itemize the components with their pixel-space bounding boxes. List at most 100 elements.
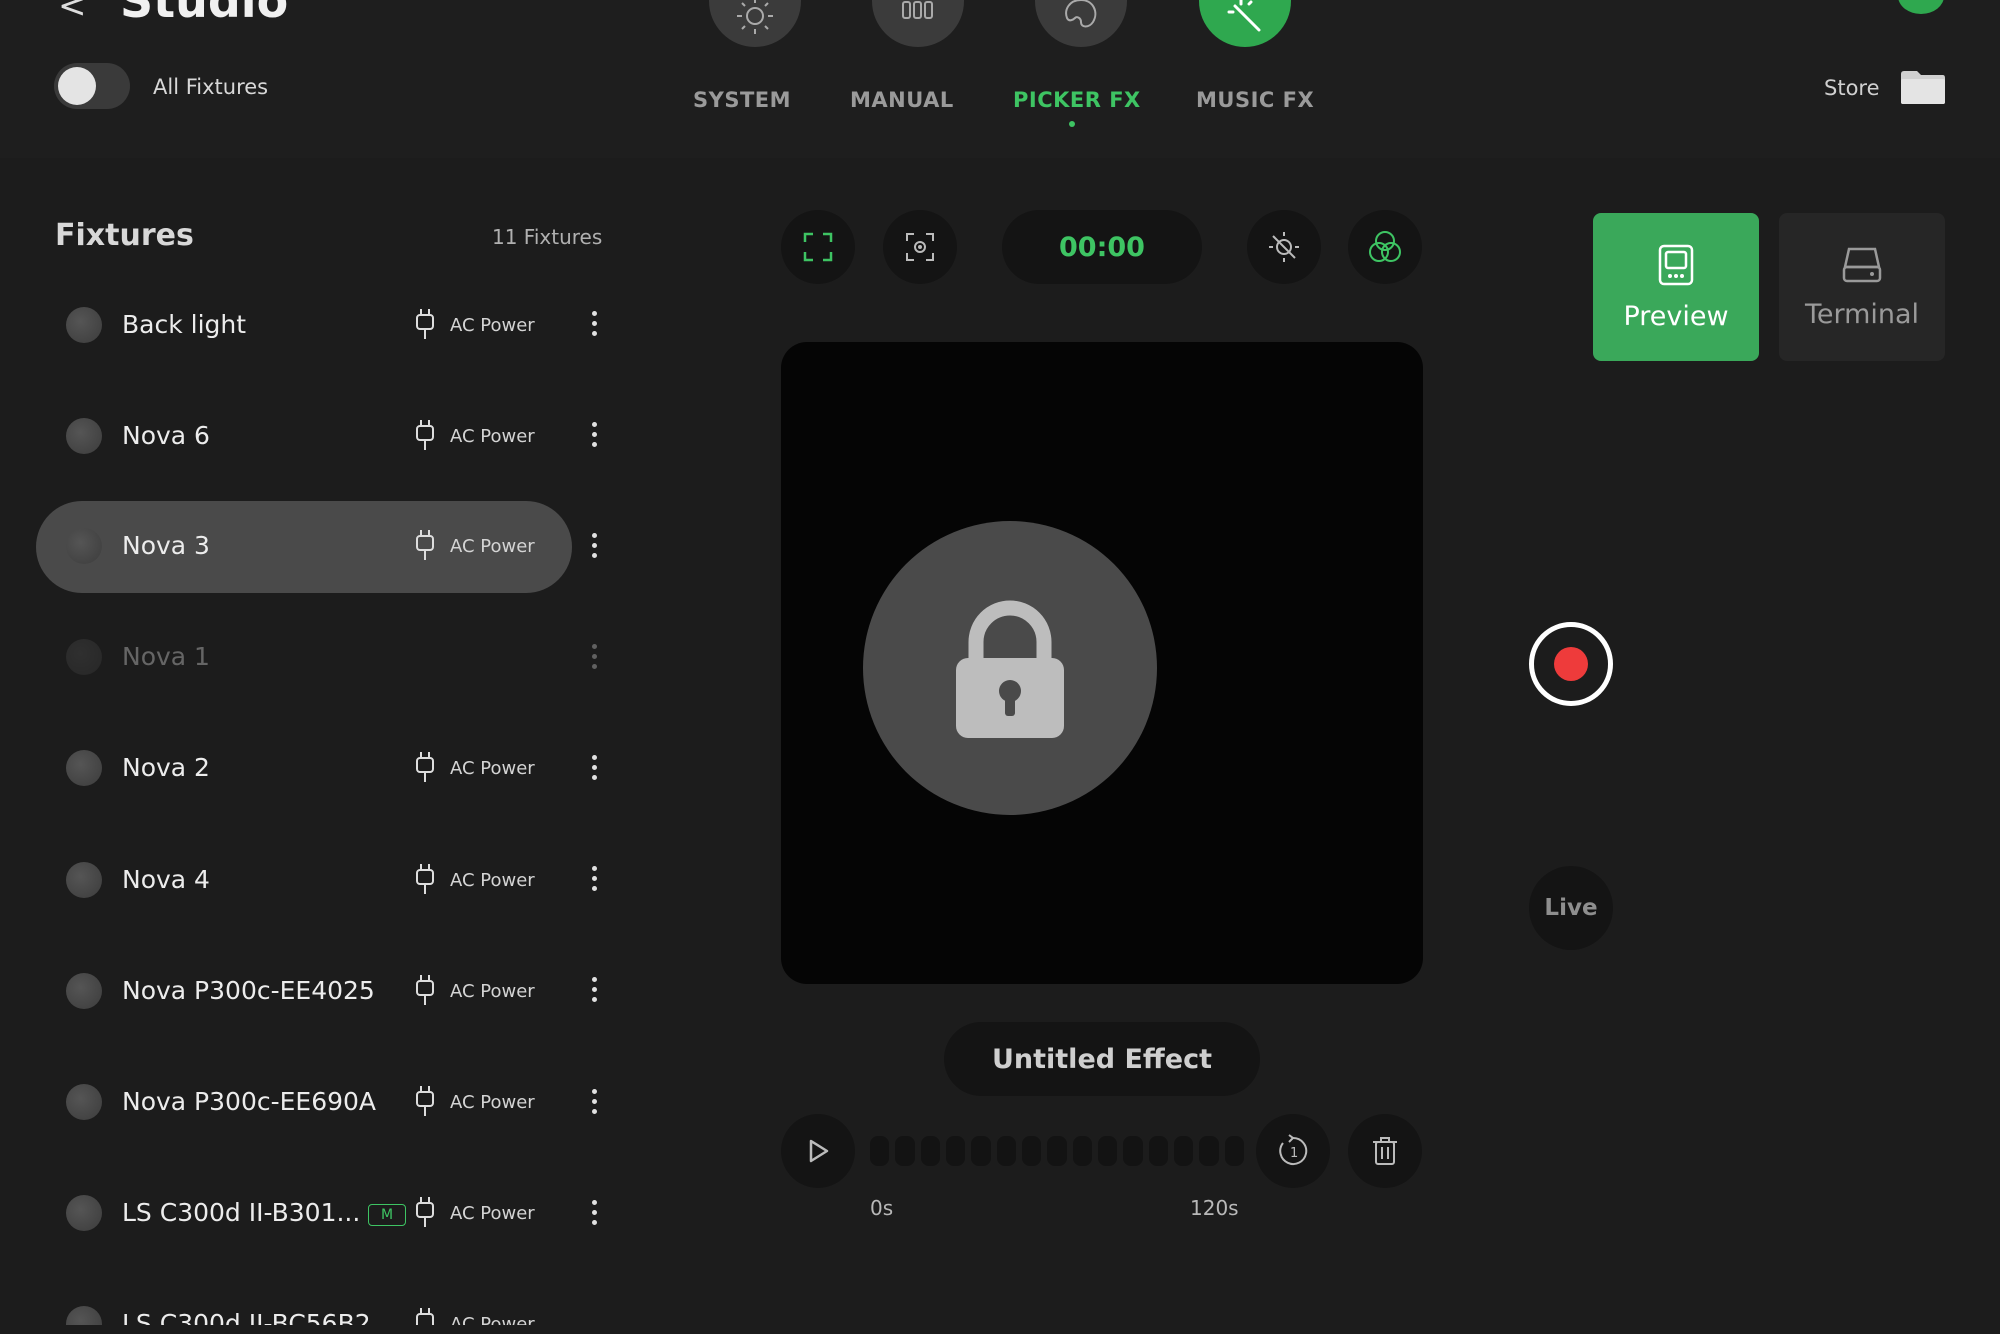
more-options-icon[interactable] [590,533,598,558]
more-options-icon [590,644,598,669]
fixture-row[interactable]: Nova 4 AC Power [36,835,572,927]
plug-icon [414,418,436,456]
plug-icon [414,1306,436,1325]
fixture-status-dot [66,1084,102,1120]
record-icon [1554,647,1588,681]
fullscreen-icon[interactable] [781,210,855,284]
timeline-segment[interactable] [1173,1136,1194,1166]
timeline-segment[interactable] [895,1136,915,1166]
timeline-track[interactable] [870,1136,1244,1166]
timeline-segment[interactable] [1199,1136,1219,1166]
toggle-knob [58,67,96,105]
fixture-name: Nova 6 [122,421,210,450]
fixtures-heading: Fixtures [55,218,194,253]
power-label: AC Power [450,536,535,557]
more-options-icon[interactable] [590,311,598,336]
store-label[interactable]: Store [1824,76,1880,100]
timeline-segment[interactable] [971,1136,991,1166]
more-options-icon[interactable] [590,866,598,891]
tab-music-fx[interactable]: MUSIC FX [1196,88,1314,112]
more-options-icon[interactable] [590,977,598,1002]
preview-device-icon [1658,244,1694,285]
fixture-name: Nova 2 [122,753,210,782]
terminal-button[interactable]: Terminal [1779,213,1945,361]
timeline-segment[interactable] [1123,1136,1143,1166]
trash-icon[interactable] [1348,1114,1422,1188]
power-label: AC Power [450,315,535,336]
fixture-row[interactable]: Nova P300c-EE4025 AC Power [36,946,572,1038]
fixture-row[interactable]: Nova 2 AC Power [36,723,572,815]
fixture-row[interactable]: Back light AC Power [36,280,572,372]
loop-once-icon[interactable]: 1 [1256,1114,1330,1188]
power-label: AC Power [450,1092,535,1113]
more-options-icon[interactable] [590,422,598,447]
folder-icon[interactable] [1899,68,1947,110]
timeline-segment[interactable] [1047,1136,1067,1166]
timer-display: 00:00 [1002,210,1202,284]
power-label: AC Power [450,1203,535,1224]
fixture-name: Nova P300c-EE690A [122,1087,377,1116]
color-mix-icon[interactable] [1348,210,1422,284]
back-button[interactable]: < [58,0,87,26]
plug-icon [414,1084,436,1122]
fixture-name: LS C300d II-BC56B2 [122,1309,371,1325]
timeline-start-label: 0s [870,1196,894,1220]
more-options-icon[interactable] [590,1089,598,1114]
more-options-icon[interactable] [590,1200,598,1225]
plug-icon [414,307,436,345]
fixture-status-dot [66,528,102,564]
record-button[interactable] [1529,622,1613,706]
fixture-status-dot [66,639,102,675]
fixture-name: Nova 1 [122,642,210,671]
active-tab-indicator [1069,121,1075,127]
timeline-segment[interactable] [920,1136,940,1166]
timeline-segment[interactable] [1097,1136,1118,1166]
fixture-name: Nova P300c-EE4025 [122,976,375,1005]
power-label: AC Power [450,870,535,891]
play-icon[interactable] [781,1114,855,1188]
power-label: AC Power [450,1314,535,1325]
fixture-row[interactable]: LS C300d II-BC56B2 AC Power [36,1279,572,1325]
terminal-device-icon [1842,247,1882,282]
fixture-status-dot [66,307,102,343]
fixture-status-dot [66,1195,102,1231]
brightness-off-icon[interactable] [1247,210,1321,284]
fixture-status-dot [66,973,102,1009]
power-label: AC Power [450,426,535,447]
top-bar [0,0,2000,158]
focus-capture-icon[interactable] [883,210,957,284]
timeline-segment[interactable] [1224,1136,1244,1166]
live-button[interactable]: Live [1529,866,1613,950]
fixture-row[interactable]: Nova P300c-EE690A AC Power [36,1057,572,1149]
fixture-status-dot [66,418,102,454]
more-options-icon[interactable] [590,755,598,780]
tab-system[interactable]: SYSTEM [693,88,791,112]
plug-icon [414,528,436,566]
fixture-row[interactable]: LS C300d II-B301... M AC Power [36,1168,572,1260]
fixture-row[interactable]: Nova 6 AC Power [36,391,572,483]
fixture-row-disabled: Nova 1 [36,612,572,704]
fixture-name: LS C300d II-B301... [122,1198,361,1227]
timeline-segment[interactable] [945,1136,966,1166]
timeline-segment[interactable] [870,1136,890,1166]
fixture-name: Back light [122,310,247,339]
preview-button[interactable]: Preview [1593,213,1759,361]
plug-icon [414,1195,436,1233]
all-fixtures-toggle[interactable] [54,63,130,109]
timeline-segment[interactable] [996,1136,1016,1166]
fixture-name: Nova 3 [122,531,210,560]
terminal-label: Terminal [1804,298,1920,330]
timeline-segment[interactable] [1148,1136,1168,1166]
timeline-segment[interactable] [1021,1136,1042,1166]
fixtures-count: 11 Fixtures [492,225,603,249]
plug-icon [414,862,436,900]
lock-icon [956,600,1064,738]
tab-manual[interactable]: MANUAL [850,88,954,112]
mode-badge: M [368,1204,406,1226]
svg-text:1: 1 [1290,1146,1298,1161]
fixture-row-selected[interactable]: Nova 3 AC Power [36,501,572,593]
timeline-segment[interactable] [1072,1136,1092,1166]
tab-picker-fx[interactable]: PICKER FX [1013,88,1141,112]
plug-icon [414,750,436,788]
effect-name[interactable]: Untitled Effect [944,1022,1260,1096]
